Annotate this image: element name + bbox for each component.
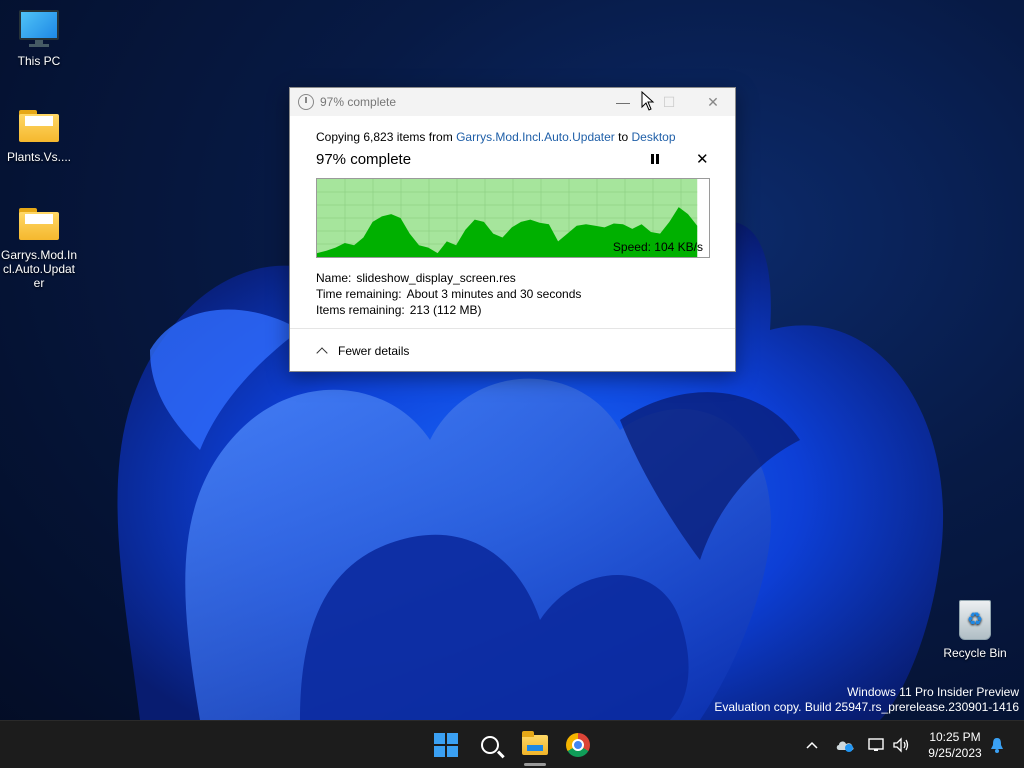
watermark-line-1: Windows 11 Pro Insider Preview: [847, 685, 1019, 699]
name-key: Name:: [316, 271, 352, 285]
file-explorer-icon: [522, 731, 548, 755]
items-remaining-row: Items remaining: 213 (112 MB): [316, 302, 709, 318]
desktop-icon-plants-vs[interactable]: Plants.Vs....: [0, 108, 78, 164]
clock-icon: [298, 94, 314, 110]
computer-icon: [17, 10, 61, 48]
file-copy-dialog: 97% complete — ☐ ✕ Copying 6,823 items f…: [289, 87, 736, 372]
start-button[interactable]: [426, 729, 466, 761]
time-key: Time remaining:: [316, 287, 402, 301]
desktop-icon-label: This PC: [17, 54, 61, 68]
items-key: Items remaining:: [316, 303, 405, 317]
time-remaining-row: Time remaining: About 3 minutes and 30 se…: [316, 286, 709, 302]
active-app-indicator: [524, 763, 546, 766]
items-value: 213 (112 MB): [409, 303, 482, 317]
network-icon[interactable]: [866, 721, 888, 768]
desktop-icon-label: Garrys.Mod.Incl.Auto.Updater: [0, 248, 78, 290]
name-value: slideshow_display_screen.res: [356, 271, 516, 285]
fewer-details-button[interactable]: Fewer details: [316, 344, 410, 359]
copy-summary: Copying 6,823 items from Garrys.Mod.Incl…: [316, 130, 709, 144]
copy-to-text: to: [614, 130, 632, 144]
cancel-copy-button[interactable]: ✕: [696, 150, 709, 168]
desktop-icon-recycle-bin[interactable]: ♻ Recycle Bin: [936, 596, 1014, 660]
mouse-cursor-icon: [641, 91, 655, 111]
recycle-bin-icon: ♻: [955, 596, 995, 640]
clock-time: 10:25 PM: [929, 730, 981, 744]
fewer-details-label: Fewer details: [338, 344, 410, 358]
speed-label: Speed: 104 KB/s: [612, 240, 703, 254]
percent-complete: 97% complete: [316, 151, 412, 168]
clock-date: 9/25/2023: [928, 746, 982, 760]
chevron-up-icon: [316, 347, 328, 359]
desktop-icon-garrys-mod[interactable]: Garrys.Mod.Incl.Auto.Updater: [0, 206, 78, 290]
desktop-icon-label: Plants.Vs....: [6, 150, 72, 164]
name-row: Name: slideshow_display_screen.res: [316, 270, 709, 286]
chrome-button[interactable]: [558, 729, 598, 761]
source-folder-link[interactable]: Garrys.Mod.Incl.Auto.Updater: [456, 130, 615, 144]
time-value: About 3 minutes and 30 seconds: [406, 287, 582, 301]
chrome-icon: [566, 733, 590, 757]
desktop-icon-this-pc[interactable]: This PC: [0, 10, 78, 68]
file-explorer-button[interactable]: [515, 729, 555, 761]
transfer-speed-graph: Speed: 104 KB/s: [316, 178, 710, 258]
minimize-button[interactable]: —: [600, 88, 646, 116]
search-icon: [481, 736, 499, 754]
notification-bell-icon[interactable]: [986, 721, 1008, 768]
copy-details: Name: slideshow_display_screen.res Time r…: [316, 270, 709, 318]
volume-icon[interactable]: [890, 721, 912, 768]
search-button[interactable]: [470, 729, 510, 761]
start-icon: [434, 733, 458, 757]
dialog-titlebar[interactable]: 97% complete — ☐ ✕: [290, 88, 735, 116]
copy-prefix: Copying 6,823 items from: [316, 130, 457, 144]
dialog-title: 97% complete: [320, 95, 397, 109]
onedrive-icon[interactable]: [834, 721, 856, 768]
folder-icon: [17, 108, 61, 144]
destination-folder-link[interactable]: Desktop: [631, 130, 675, 144]
desktop-icon-label: Recycle Bin: [943, 646, 1007, 660]
folder-icon: [17, 206, 61, 242]
close-button[interactable]: ✕: [690, 88, 736, 116]
evaluation-watermark: Windows 11 Pro Insider Preview Evaluatio…: [714, 685, 1019, 715]
watermark-line-2: Evaluation copy. Build 25947.rs_prerelea…: [714, 700, 1019, 714]
dialog-divider: [290, 328, 735, 329]
taskbar-clock[interactable]: 10:25 PM 9/25/2023: [920, 729, 990, 761]
taskbar: 10:25 PM 9/25/2023: [0, 720, 1024, 768]
pause-button[interactable]: [650, 154, 660, 164]
chevron-up-icon[interactable]: [802, 721, 822, 768]
